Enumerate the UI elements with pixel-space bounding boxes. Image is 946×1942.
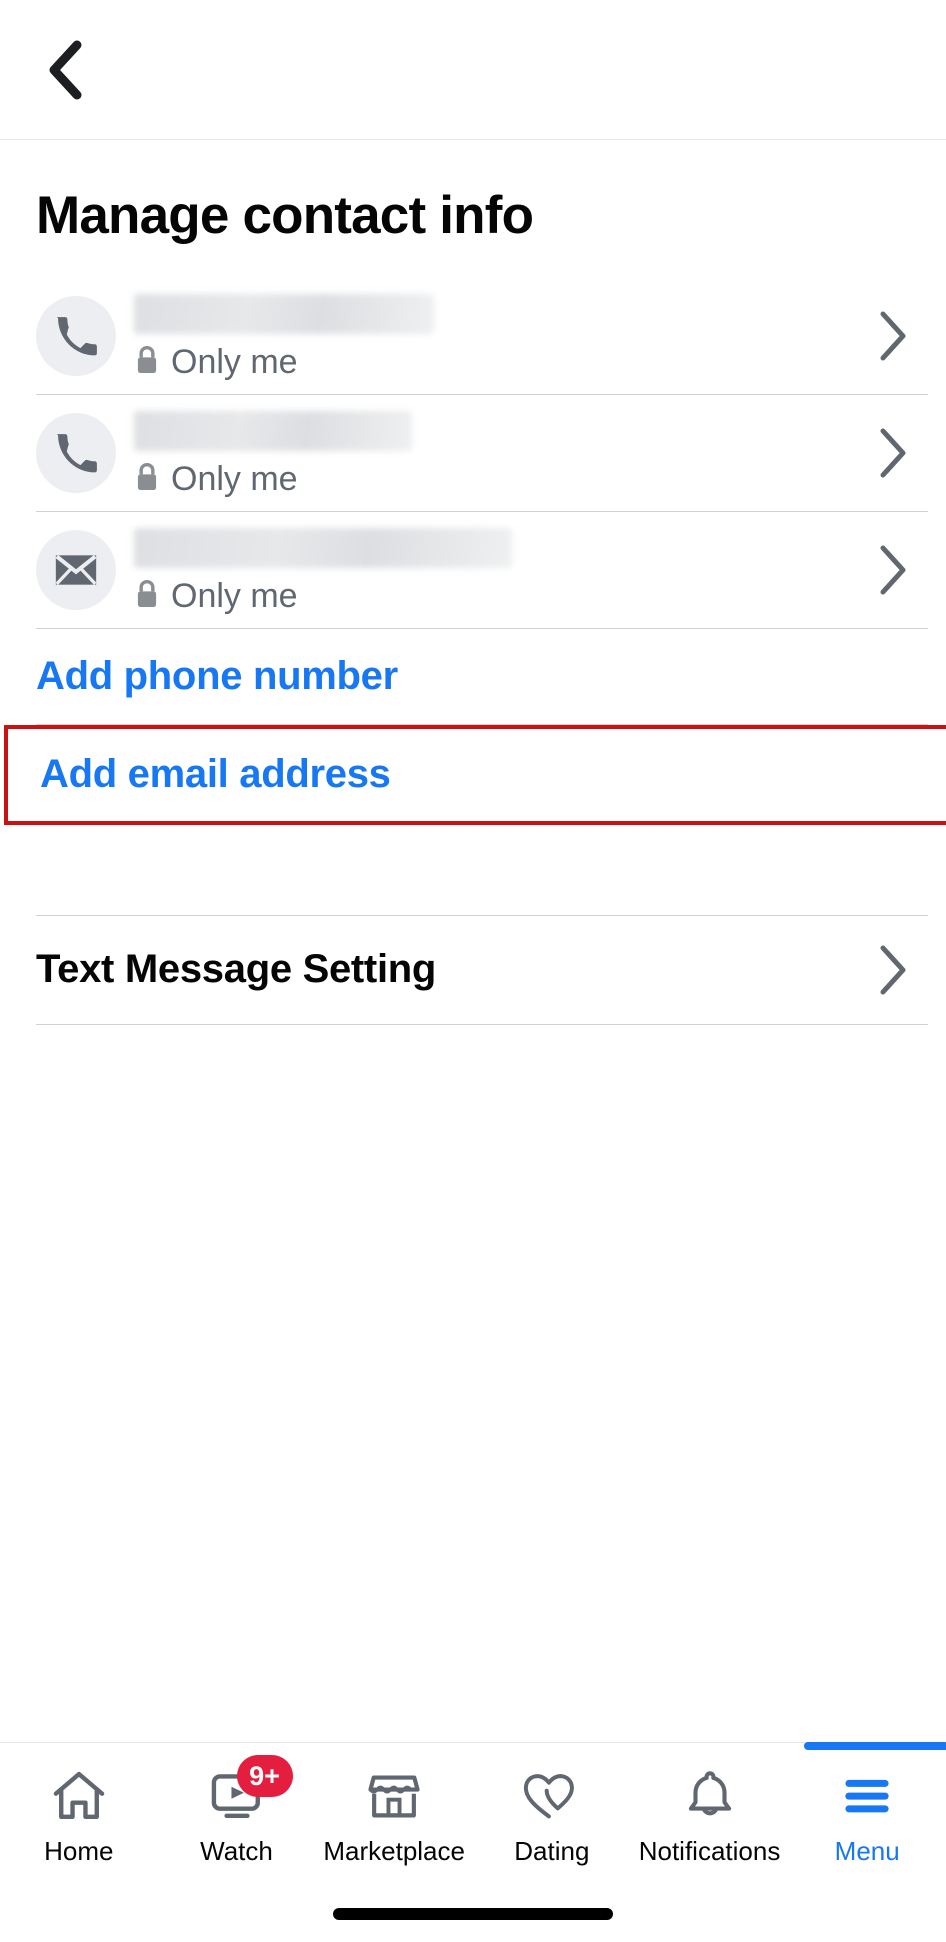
chevron-right-icon (876, 543, 910, 597)
row-divider-bottom (36, 1023, 928, 1025)
redacted-email-value (134, 527, 512, 568)
nav-label-dating: Dating (514, 1836, 590, 1866)
contact-value-block: Only me (134, 292, 864, 381)
add-email-address-label: Add email address (40, 752, 391, 797)
phone-icon (36, 296, 116, 377)
dating-hearts-icon (521, 1765, 583, 1827)
phone-icon (36, 413, 116, 494)
nav-item-menu[interactable]: Menu (788, 1742, 946, 1895)
lock-icon (134, 578, 160, 615)
nav-label-marketplace: Marketplace (323, 1836, 465, 1866)
watch-badge: 9+ (236, 1755, 293, 1797)
privacy-label: Only me (171, 460, 298, 499)
hamburger-menu-icon (838, 1765, 896, 1827)
chevron-right-icon (876, 943, 910, 997)
redacted-phone-value (134, 410, 412, 451)
add-phone-number-button[interactable]: Add phone number (0, 629, 946, 725)
contact-row-email[interactable]: Only me (0, 512, 946, 629)
nav-label-watch: Watch (200, 1836, 273, 1866)
nav-label-notifications: Notifications (638, 1836, 781, 1866)
text-message-setting-label: Text Message Setting (36, 947, 437, 992)
add-phone-number-label: Add phone number (36, 654, 398, 699)
contact-value-block: Only me (134, 409, 864, 498)
nav-item-marketplace[interactable]: Marketplace (315, 1743, 473, 1895)
text-message-setting-row[interactable]: Text Message Setting (0, 914, 946, 1025)
home-indicator-bar (333, 1908, 613, 1920)
contact-row-phone-2[interactable]: Only me (0, 395, 946, 512)
nav-item-home[interactable]: Home (0, 1743, 158, 1895)
privacy-audience: Only me (134, 578, 864, 615)
privacy-audience: Only me (134, 344, 864, 381)
lock-icon (134, 344, 160, 381)
chevron-left-icon (45, 39, 85, 101)
bottom-navigation-bar: Home 9+ Watch Marketplace Dating Notific… (0, 1742, 946, 1942)
row-divider-top (36, 914, 928, 916)
top-navigation-bar (0, 0, 946, 140)
contact-info-list: Only me Only me Only me Add phone number… (0, 278, 946, 1025)
bell-icon (681, 1765, 739, 1827)
nav-label-menu: Menu (834, 1836, 900, 1866)
chevron-right-icon (876, 426, 910, 480)
privacy-label: Only me (171, 577, 298, 616)
contact-row-phone-1[interactable]: Only me (0, 278, 946, 395)
nav-item-watch[interactable]: 9+ Watch (158, 1743, 316, 1895)
nav-item-dating[interactable]: Dating (473, 1743, 631, 1895)
privacy-label: Only me (171, 343, 298, 382)
watch-icon: 9+ (207, 1755, 293, 1827)
active-tab-indicator (804, 1742, 946, 1750)
page-title: Manage contact info (36, 186, 534, 245)
marketplace-icon (364, 1765, 424, 1827)
envelope-icon (36, 530, 116, 611)
nav-item-notifications[interactable]: Notifications (631, 1743, 789, 1895)
privacy-audience: Only me (134, 461, 864, 498)
lock-icon (134, 461, 160, 498)
back-button[interactable] (34, 39, 96, 101)
home-icon (49, 1765, 109, 1827)
nav-label-home: Home (44, 1836, 114, 1866)
contact-value-block: Only me (134, 526, 864, 615)
chevron-right-icon (876, 309, 910, 363)
bottom-nav-items: Home 9+ Watch Marketplace Dating Notific… (0, 1742, 946, 1895)
add-email-address-button[interactable]: Add email address (4, 724, 946, 825)
redacted-phone-value (134, 293, 434, 334)
app-screen: Manage contact info Only me Only me Only… (0, 0, 946, 1942)
